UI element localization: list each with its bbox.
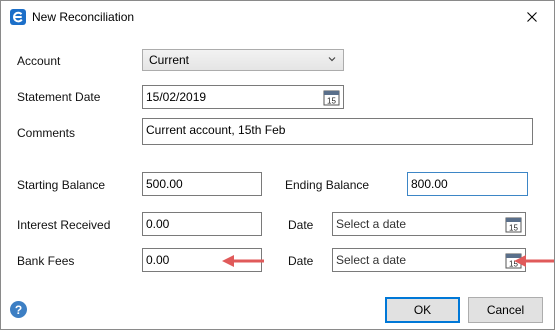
interest-date-label: Date [288,218,314,232]
starting-balance-field[interactable]: 500.00 [142,172,262,196]
calendar-icon[interactable]: 15 [505,216,522,233]
statement-date-label: Statement Date [17,90,101,104]
starting-balance-label: Starting Balance [17,178,106,192]
account-label: Account [17,54,61,68]
calendar-icon[interactable]: 15 [323,89,340,106]
starting-balance-value: 500.00 [146,177,183,191]
bank-fees-date-placeholder: Select a date [336,253,407,267]
help-icon[interactable]: ? [10,301,27,318]
statement-date-value: 15/02/2019 [146,90,207,104]
close-icon [527,12,537,22]
comments-label: Comments [17,126,76,140]
bank-fees-value: 0.00 [146,253,170,267]
annotation-arrow-left-icon [514,255,554,267]
interest-date-field[interactable]: Select a date 15 [332,212,526,236]
app-logo-icon [10,9,26,25]
close-button[interactable] [510,1,554,33]
ending-balance-value: 800.00 [411,177,448,191]
chevron-down-icon [328,57,336,62]
bank-fees-label: Bank Fees [17,254,75,268]
window-title: New Reconciliation [32,10,135,24]
cancel-button[interactable]: Cancel [468,297,543,323]
interest-date-placeholder: Select a date [336,217,407,231]
new-reconciliation-dialog: New Reconciliation Account Current State… [0,0,555,330]
title-bar: New Reconciliation [1,1,554,33]
statement-date-calendar-day: 15 [327,97,336,106]
interest-received-value: 0.00 [146,217,170,231]
account-select[interactable]: Current [142,49,344,71]
bank-fees-date-label: Date [288,254,314,268]
ok-button[interactable]: OK [385,297,460,323]
comments-value: Current account, 15th Feb [146,123,286,137]
interest-date-calendar-day: 15 [509,224,518,233]
account-value: Current [149,53,190,67]
statement-date-field[interactable]: 15/02/2019 15 [142,85,344,109]
bank-fees-date-field[interactable]: Select a date 15 [332,248,526,272]
interest-received-field[interactable]: 0.00 [142,212,262,236]
annotation-arrow-left-icon [222,255,264,267]
ending-balance-label: Ending Balance [285,178,370,192]
ending-balance-field[interactable]: 800.00 [407,172,528,196]
interest-received-label: Interest Received [17,218,111,232]
comments-field[interactable]: Current account, 15th Feb [142,118,533,145]
